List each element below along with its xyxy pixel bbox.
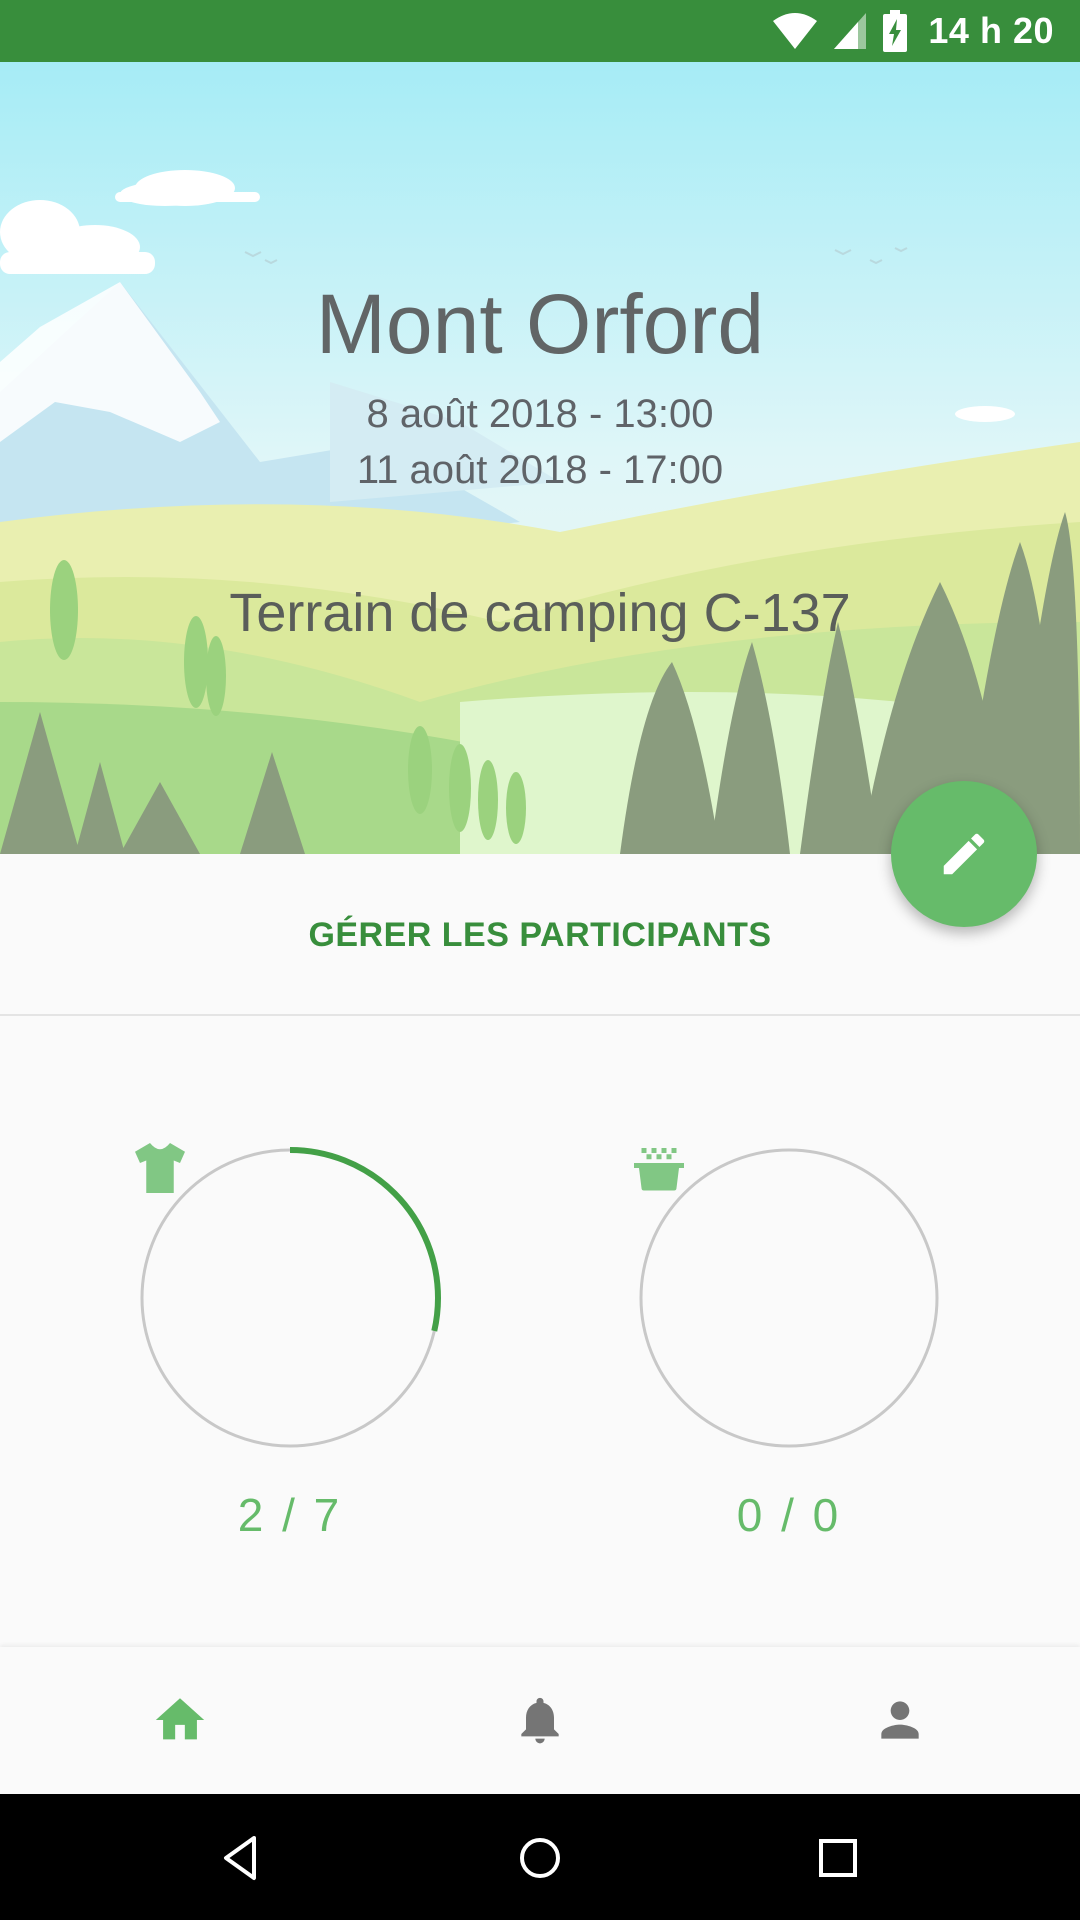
event-end-date: 11 août 2018 - 17:00 [356,448,724,492]
bottom-navigation [0,1647,1080,1794]
signal-icon [834,13,867,49]
nav-profile[interactable] [865,1685,935,1755]
food-count: 0 / 0 [736,1489,842,1541]
event-header: Mont Orford 8 août 2018 - 13:00 11 août … [0,62,1080,854]
nav-home[interactable] [145,1685,215,1755]
food-progress-gauge[interactable] [629,1138,949,1458]
pencil-icon [943,833,985,875]
clothing-progress-gauge[interactable] [130,1138,450,1458]
event-location: Terrain de camping C-137 [229,583,851,643]
system-navigation-bar [0,1794,1080,1920]
person-icon [881,1701,919,1739]
divider [0,1014,1080,1016]
recents-icon[interactable] [810,1830,866,1886]
event-title: Mont Orford [315,277,765,371]
cooking-pot-icon [634,1148,684,1191]
nav-notifications[interactable] [505,1685,575,1755]
wifi-icon [773,13,818,49]
bell-icon [521,1697,559,1744]
event-start-date: 8 août 2018 - 13:00 [366,392,714,436]
home-icon [155,1698,205,1740]
back-icon[interactable] [214,1830,270,1886]
battery-charging-icon [883,10,908,52]
status-bar: 14 h 20 [0,0,1080,62]
status-time: 14 h 20 [928,10,1054,51]
tshirt-icon [135,1143,185,1193]
clothing-count: 2 / 7 [237,1489,343,1541]
manage-participants-button[interactable]: GÉRER LES PARTICIPANTS [0,895,1080,975]
home-circle-icon[interactable] [512,1830,568,1886]
